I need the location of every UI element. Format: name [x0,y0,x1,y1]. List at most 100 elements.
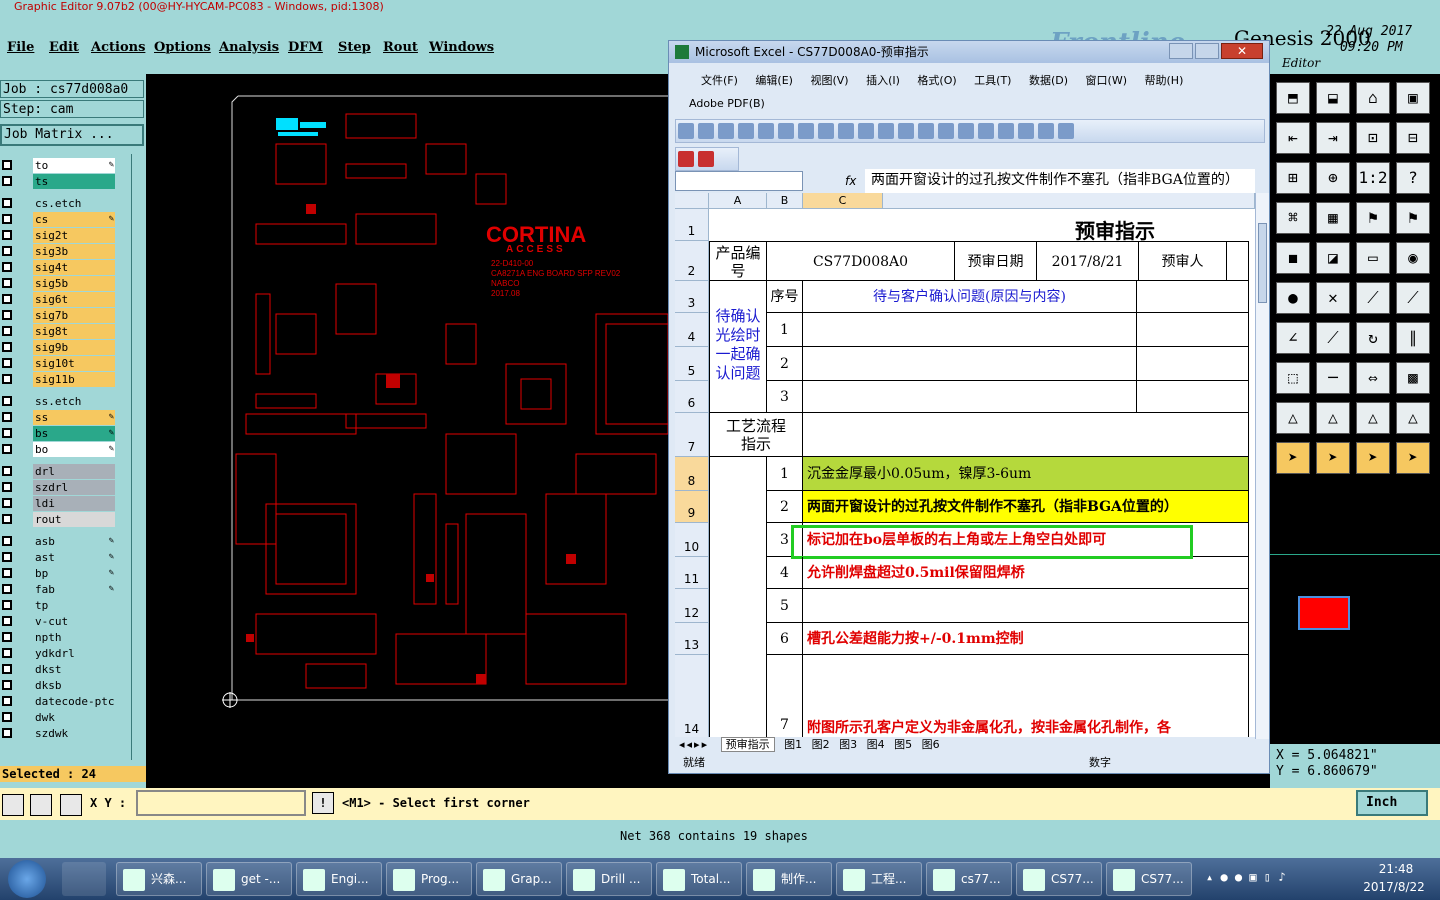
layer-checkbox[interactable] [2,262,12,272]
layer-checkbox[interactable] [2,396,12,406]
cut-icon[interactable] [858,123,874,139]
tab-fig3[interactable]: 图3 [839,738,857,751]
tab-fig6[interactable]: 图6 [922,738,940,751]
maximize-button[interactable] [1195,43,1219,59]
row-header[interactable]: 13 [675,623,709,655]
pending-header[interactable]: 待与客户确认问题(原因与内容) [803,281,1137,313]
layer-name[interactable]: drl [33,464,115,479]
layer-name[interactable]: sig4t [33,260,115,275]
reviewer-value[interactable] [1227,241,1249,281]
item-text-5[interactable] [803,589,1249,623]
product-label[interactable]: 产品编号 [709,241,767,281]
layer-checkbox[interactable] [2,648,12,658]
layer-name[interactable]: cs [33,212,115,227]
row-header[interactable]: 5 [675,347,709,381]
item-text-1[interactable]: 沉金金厚最小0.05um，镍厚3-6um [803,457,1249,491]
pending-cell-1[interactable] [803,313,1137,347]
layer-name[interactable]: bp [33,566,115,581]
layer-row[interactable]: sig3b [0,244,118,259]
research-icon[interactable] [838,123,854,139]
layer-row[interactable]: sig4t [0,260,118,275]
tool-button[interactable]: ⌂ [1356,82,1390,114]
pending-extra-3[interactable] [1137,381,1249,413]
menu-windows[interactable]: Windows [429,40,494,55]
tool-button[interactable]: ⌘ [1276,202,1310,234]
layer-name[interactable]: tp [33,598,115,613]
item-num-2[interactable]: 2 [767,491,803,523]
layer-name[interactable]: dwk [33,710,115,725]
tool-button[interactable]: ∥ [1396,322,1430,354]
layer-checkbox[interactable] [2,466,12,476]
layer-name[interactable]: ss [33,410,115,425]
layer-name[interactable]: sig9b [33,340,115,355]
menu-actions[interactable]: Actions [91,40,145,55]
item-num-5[interactable]: 5 [767,589,803,623]
item-num-1[interactable]: 1 [767,457,803,491]
start-button[interactable] [8,860,46,898]
column-header-a[interactable]: A [709,193,767,209]
pdf-email-icon[interactable] [698,151,714,167]
excel-menu-view[interactable]: 视图(V) [810,74,848,87]
layer-checkbox[interactable] [2,412,12,422]
row-header[interactable]: 9 [675,491,709,523]
layer-checkbox[interactable] [2,176,12,186]
row-header[interactable]: 2 [675,241,709,281]
redo-icon[interactable] [958,123,974,139]
menu-file[interactable]: File [7,40,34,55]
layer-row[interactable]: sig11b [0,372,118,387]
layer-row[interactable]: dkst [0,662,118,677]
sort-desc-icon[interactable] [1038,123,1054,139]
tool-button[interactable]: ⇥ [1316,122,1350,154]
menu-options[interactable]: Options [154,40,211,55]
layer-name[interactable]: sig6t [33,292,115,307]
tab-yushen[interactable]: 预审指示 [720,737,775,752]
layer-row[interactable]: sig6t [0,292,118,307]
preview-icon[interactable] [798,123,814,139]
excel-menu-data[interactable]: 数据(D) [1029,74,1068,87]
layer-row[interactable]: ss ✎ [0,410,118,425]
tool-button[interactable]: ↻ [1356,322,1390,354]
layer-checkbox[interactable] [2,428,12,438]
tool-button[interactable]: ⚑ [1396,202,1430,234]
layer-checkbox[interactable] [2,230,12,240]
save-icon[interactable] [718,123,734,139]
row-header[interactable]: 10 [675,523,709,557]
select-all-corner[interactable] [675,193,709,209]
column-header-c[interactable]: C [803,193,883,209]
zoom-icon[interactable] [2,794,24,816]
layer-name[interactable]: dkst [33,662,115,677]
layer-row[interactable]: sig10t [0,356,118,371]
menu-step[interactable]: Step [338,40,371,55]
tool-button[interactable]: ⊟ [1396,122,1430,154]
layer-row[interactable]: v-cut [0,614,118,629]
pending-num-2[interactable]: 2 [767,347,803,381]
process-header-blank[interactable] [803,413,1249,457]
excel-menu-file[interactable]: 文件(F) [701,74,738,87]
layer-name[interactable]: to [33,158,115,173]
paste-icon[interactable] [898,123,914,139]
tool-button[interactable]: ▣ [1396,82,1430,114]
tool-button[interactable]: ⚑ [1356,202,1390,234]
tool-button[interactable]: ⟋ [1356,282,1390,314]
layer-row[interactable]: sig7b [0,308,118,323]
layer-row[interactable]: ts [0,174,118,189]
layer-name[interactable]: sig2t [33,228,115,243]
xy-input[interactable] [136,790,306,816]
tool-button[interactable]: ⇔ [1356,362,1390,394]
open-icon[interactable] [698,123,714,139]
print-icon[interactable] [778,123,794,139]
pending-cell-2[interactable] [803,347,1137,381]
layer-row[interactable]: tp [0,598,118,613]
layer-row[interactable]: datecode-ptc [0,694,118,709]
layer-name[interactable]: ldi [33,496,115,511]
tool-button[interactable]: 1:2 [1356,162,1390,194]
layer-row[interactable]: ldi [0,496,118,511]
layer-row[interactable]: sig9b [0,340,118,355]
layer-row[interactable]: fab ✎ [0,582,118,597]
tool-button[interactable]: ⊡ [1356,122,1390,154]
layer-row[interactable]: szdwk [0,726,118,741]
tool-button[interactable]: ▩ [1396,362,1430,394]
tool-button[interactable]: ⟋ [1316,322,1350,354]
process-label[interactable]: 工艺流程指示 [709,413,803,457]
tool-button[interactable]: ◉ [1396,242,1430,274]
